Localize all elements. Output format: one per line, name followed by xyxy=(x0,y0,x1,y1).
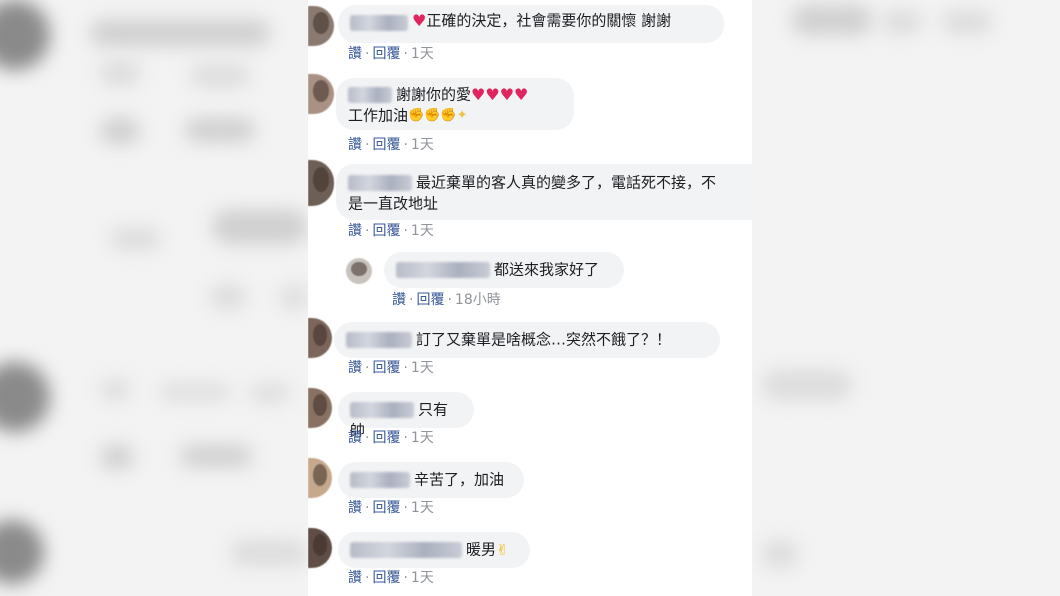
commenter-name-blurred[interactable] xyxy=(350,14,408,31)
reply-link[interactable]: 回覆 xyxy=(372,427,400,447)
like-link[interactable]: 讚 xyxy=(348,357,362,377)
reply-link[interactable]: 回覆 xyxy=(372,134,400,154)
avatar[interactable] xyxy=(346,258,372,284)
comment-text: 辛苦了，加油 xyxy=(414,470,505,489)
timestamp[interactable]: 18小時 xyxy=(455,289,501,309)
comment-bubble: 都送來我家好了 xyxy=(384,252,624,288)
timestamp[interactable]: 1天 xyxy=(411,427,434,447)
comment-actions: 讚 · 回覆 · 1天 xyxy=(348,497,434,517)
reply-link[interactable]: 回覆 xyxy=(372,220,400,240)
avatar[interactable] xyxy=(308,160,334,206)
commenter-name-blurred[interactable] xyxy=(350,541,462,558)
reply-link[interactable]: 回覆 xyxy=(416,289,444,309)
comment-bubble: 訂了又棄單是啥概念…突然不餓了？！ xyxy=(334,322,720,358)
reply-link[interactable]: 回覆 xyxy=(372,43,400,63)
comment-actions: 讚 · 回覆 · 1天 xyxy=(348,43,434,63)
comment-actions: 讚 · 回覆 · 1天 xyxy=(348,567,434,587)
comment-bubble: 辛苦了，加油 xyxy=(338,462,524,498)
blurred-background-left xyxy=(0,0,308,596)
comment-text: 正確的決定，社會需要你的關懷 謝謝 xyxy=(426,11,672,30)
reply-link[interactable]: 回覆 xyxy=(372,567,400,587)
comment-actions: 讚 · 回覆 · 1天 xyxy=(348,427,434,447)
commenter-name-blurred[interactable] xyxy=(348,86,392,103)
timestamp[interactable]: 1天 xyxy=(411,134,434,154)
avatar[interactable] xyxy=(308,388,332,428)
avatar[interactable] xyxy=(308,318,332,358)
like-link[interactable]: 讚 xyxy=(348,43,362,63)
avatar[interactable] xyxy=(308,74,334,114)
like-link[interactable]: 讚 xyxy=(348,134,362,154)
timestamp[interactable]: 1天 xyxy=(411,220,434,240)
like-link[interactable]: 讚 xyxy=(392,289,406,309)
comment-actions: 讚 · 回覆 · 18小時 xyxy=(392,289,501,309)
flexed-biceps-icon: ✊✊✊ xyxy=(408,107,457,123)
comment-actions: 讚 · 回覆 · 1天 xyxy=(348,357,434,377)
commenter-name-blurred[interactable] xyxy=(350,471,410,488)
blurred-background-right xyxy=(752,0,1060,596)
comment-text: 都送來我家好了 xyxy=(494,260,600,279)
avatar[interactable] xyxy=(308,458,332,498)
commenter-name-blurred[interactable] xyxy=(396,261,490,278)
avatar[interactable] xyxy=(308,6,334,46)
timestamp[interactable]: 1天 xyxy=(411,43,434,63)
comment-text-line2: 是一直改地址 xyxy=(348,194,439,212)
comment-text: 暖男 xyxy=(466,540,497,559)
timestamp[interactable]: 1天 xyxy=(411,567,434,587)
commenter-name-blurred[interactable] xyxy=(348,174,412,191)
sparkles-icon: ✦ xyxy=(456,107,468,123)
heart-icon: ♥ xyxy=(412,10,427,30)
comment-text-line2: 工作加油 xyxy=(348,106,409,124)
reply-link[interactable]: 回覆 xyxy=(372,357,400,377)
comment-bubble: 暖男✌ xyxy=(338,532,530,568)
like-link[interactable]: 讚 xyxy=(348,220,362,240)
commenter-name-blurred[interactable] xyxy=(350,401,414,418)
comment-text: 訂了又棄單是啥概念…突然不餓了？！ xyxy=(416,330,672,349)
timestamp[interactable]: 1天 xyxy=(411,357,434,377)
comment-actions: 讚 · 回覆 · 1天 xyxy=(348,134,434,154)
thumbs-up-icon: ✌ xyxy=(496,540,509,559)
comments-feed: ♥正確的決定，社會需要你的關懷 謝謝 讚 · 回覆 · 1天 謝謝你的愛♥♥♥♥ 工作加… xyxy=(308,0,752,596)
comment-text: 最近棄單的客人真的變多了，電話死不接，不 xyxy=(416,173,717,192)
avatar[interactable] xyxy=(308,528,332,568)
like-link[interactable]: 讚 xyxy=(348,497,362,517)
commenter-name-blurred[interactable] xyxy=(346,331,412,348)
heart-icon: ♥♥♥♥ xyxy=(471,84,529,104)
comment-bubble: 謝謝你的愛♥♥♥♥ 工作加油✊✊✊✦ xyxy=(336,78,574,130)
comment-bubble: 只有帥 xyxy=(338,392,474,439)
comment-bubble: 最近棄單的客人真的變多了，電話死不接，不 是一直改地址 xyxy=(336,164,752,220)
like-link[interactable]: 讚 xyxy=(348,427,362,447)
comment-text: 謝謝你的愛 xyxy=(396,85,472,104)
comment-bubble: ♥正確的決定，社會需要你的關懷 謝謝 xyxy=(338,5,724,43)
timestamp[interactable]: 1天 xyxy=(411,497,434,517)
reply-link[interactable]: 回覆 xyxy=(372,497,400,517)
comment-actions: 讚 · 回覆 · 1天 xyxy=(348,220,434,240)
like-link[interactable]: 讚 xyxy=(348,567,362,587)
